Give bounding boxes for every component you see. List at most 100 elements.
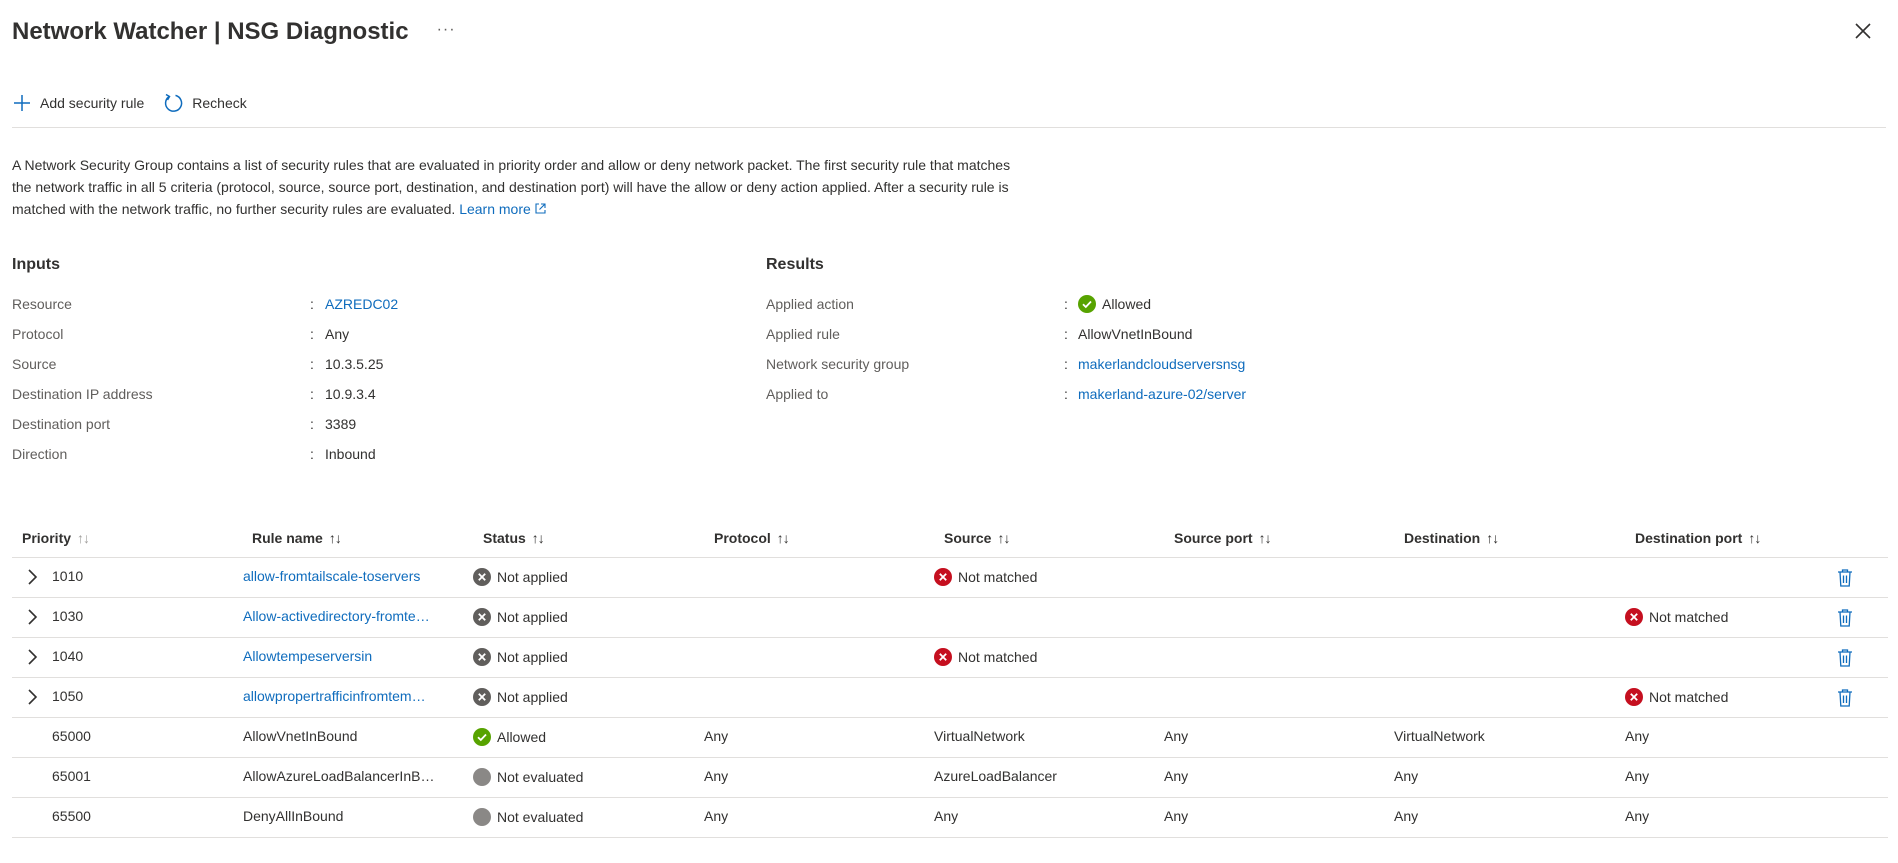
input-value: 3389 (325, 416, 357, 432)
sort-icon: ↑↓ (997, 530, 1010, 546)
not-applied-icon (473, 688, 491, 706)
input-colon: : (310, 416, 314, 432)
delete-icon[interactable] (1836, 688, 1854, 708)
source-cell: Not matched (934, 648, 1037, 666)
rule-name-link[interactable]: allowpropertrafficinfromtem… (243, 688, 465, 704)
inputs-title: Inputs (12, 256, 60, 273)
table-row[interactable]: 65500 DenyAllInBound Not evaluated Any A… (12, 798, 1888, 838)
input-colon: : (310, 356, 314, 372)
result-key: Network security group (766, 356, 910, 372)
col-rule-name[interactable]: Rule name ↑↓ (252, 530, 342, 546)
title-bar: Network Watcher | NSG Diagnostic ··· (12, 10, 456, 54)
not-evaluated-icon (473, 808, 491, 826)
col-source-port[interactable]: Source port ↑↓ (1174, 530, 1272, 546)
source-port-cell: Any (1164, 768, 1189, 784)
result-colon: : (1064, 356, 1068, 372)
source-cell: AzureLoadBalancer (934, 768, 1057, 784)
protocol-cell: Any (704, 768, 729, 784)
col-status[interactable]: Status ↑↓ (483, 530, 545, 546)
result-colon: : (1064, 386, 1068, 402)
applied-action-value: Allowed (1102, 296, 1152, 312)
priority-cell: 1010 (52, 568, 84, 584)
priority-cell: 65001 (52, 768, 91, 784)
destination-port-cell: Not matched (1625, 608, 1728, 626)
rule-name-link[interactable]: allow-fromtailscale-toservers (243, 568, 465, 584)
applied-to-link[interactable]: makerland-azure-02/server (1078, 386, 1246, 402)
result-colon: : (1064, 326, 1068, 342)
error-icon (1625, 608, 1643, 626)
delete-icon[interactable] (1836, 568, 1854, 588)
col-source[interactable]: Source ↑↓ (944, 530, 1010, 546)
destination-port-cell: Any (1625, 768, 1650, 784)
security-rules-table: Priority ↑↓ Rule name ↑↓ Status ↑↓ Protocol… (12, 518, 1888, 838)
sort-icon: ↑↓ (531, 530, 545, 546)
rule-name-link[interactable]: Allow-activedirectory-fromte… (243, 608, 465, 624)
destination-cell: Any (1394, 768, 1419, 784)
chevron-right-icon[interactable] (24, 567, 40, 587)
priority-cell: 1050 (52, 688, 84, 704)
source-cell: VirtualNetwork (934, 728, 1025, 744)
col-destination[interactable]: Destination ↑↓ (1404, 530, 1499, 546)
rule-name-cell: DenyAllInBound (243, 808, 344, 824)
rule-name-link[interactable]: Allowtempeserversin (243, 648, 465, 664)
input-colon: : (310, 326, 314, 342)
input-colon: : (310, 386, 314, 402)
not-applied-icon (473, 568, 491, 586)
close-button[interactable] (1852, 20, 1874, 42)
table-row[interactable]: 65000 AllowVnetInBound Allowed Any Virtu… (12, 718, 1888, 758)
toolbar: Add security rule Recheck (12, 92, 247, 114)
recheck-button[interactable]: Recheck (162, 92, 247, 114)
chevron-right-icon[interactable] (24, 647, 40, 667)
priority-cell: 1030 (52, 608, 84, 624)
table-row[interactable]: 1010 allow-fromtailscale-toservers Not a… (12, 558, 1888, 598)
delete-icon[interactable] (1836, 648, 1854, 668)
col-priority[interactable]: Priority ↑↓ (22, 530, 90, 546)
source-cell: Any (934, 808, 959, 824)
table-row[interactable]: 65001 AllowAzureLoadBalancerInB… Not eva… (12, 758, 1888, 798)
plus-icon (14, 95, 30, 111)
input-value: 10.3.5.25 (325, 356, 384, 372)
table-row[interactable]: 1030 Allow-activedirectory-fromte… Not a… (12, 598, 1888, 638)
sort-icon: ↑↓ (328, 530, 342, 546)
destination-port-cell: Any (1625, 728, 1650, 744)
input-value: Any (325, 326, 350, 342)
status-cell: Not applied (473, 688, 568, 706)
input-key: Destination port (12, 416, 111, 432)
table-row[interactable]: 1050 allowpropertrafficinfromtem… Not ap… (12, 678, 1888, 718)
sort-icon: ↑↓ (776, 530, 790, 546)
resource-link[interactable]: AZREDC02 (325, 296, 398, 312)
destination-port-cell: Not matched (1625, 688, 1728, 706)
chevron-right-icon[interactable] (24, 607, 40, 627)
success-check-icon (473, 728, 491, 746)
table-header: Priority ↑↓ Rule name ↑↓ Status ↑↓ Protocol… (12, 518, 1888, 558)
input-key: Destination IP address (12, 386, 153, 402)
status-cell: Not evaluated (473, 768, 583, 786)
not-applied-icon (473, 648, 491, 666)
col-protocol[interactable]: Protocol ↑↓ (714, 530, 790, 546)
result-key: Applied action (766, 296, 854, 312)
success-check-icon (1078, 295, 1096, 313)
rule-name-cell: AllowAzureLoadBalancerInB… (243, 768, 435, 784)
rule-name-cell: AllowVnetInBound (243, 728, 358, 744)
status-cell: Not evaluated (473, 808, 583, 826)
refresh-icon (165, 93, 183, 112)
nsg-link[interactable]: makerlandcloudserversnsg (1078, 356, 1245, 372)
priority-cell: 65000 (52, 728, 91, 744)
not-evaluated-icon (473, 768, 491, 786)
sort-icon: ↑↓ (1486, 530, 1499, 546)
add-security-rule-button[interactable]: Add security rule (12, 93, 144, 113)
more-options-button[interactable]: ··· (437, 21, 456, 39)
source-port-cell: Any (1164, 728, 1189, 744)
learn-more-link[interactable]: Learn more (459, 201, 547, 217)
col-destination-port[interactable]: Destination port ↑↓ (1635, 530, 1761, 546)
protocol-cell: Any (704, 728, 729, 744)
chevron-right-icon[interactable] (24, 687, 40, 707)
input-colon: : (310, 446, 314, 462)
input-value: Inbound (325, 446, 376, 462)
table-row[interactable]: 1040 Allowtempeserversin Not applied Not… (12, 638, 1888, 678)
destination-cell: Any (1394, 808, 1419, 824)
input-key: Resource (12, 296, 72, 312)
recheck-label: Recheck (192, 95, 247, 111)
input-value: 10.9.3.4 (325, 386, 376, 402)
delete-icon[interactable] (1836, 608, 1854, 628)
